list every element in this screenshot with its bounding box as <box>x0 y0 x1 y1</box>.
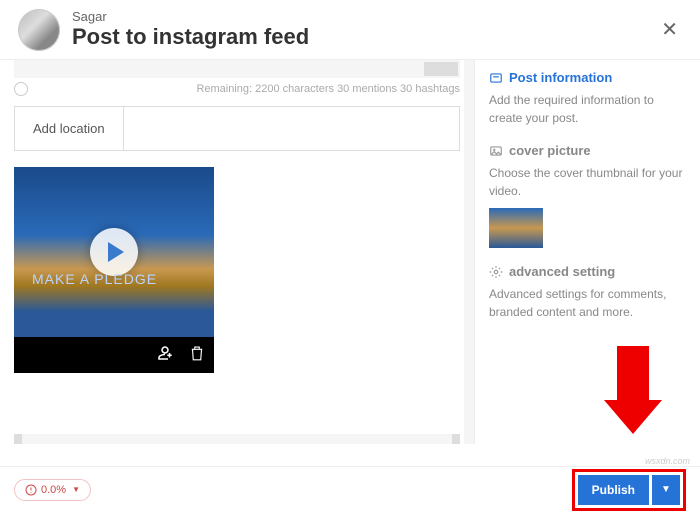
caret-down-icon: ▼ <box>72 485 80 494</box>
textarea-scrollbar[interactable] <box>14 60 460 78</box>
panel-title-text: cover picture <box>509 143 591 158</box>
panel-cover[interactable]: cover picture Choose the cover thumbnail… <box>489 143 686 248</box>
panel-title: cover picture <box>489 143 686 158</box>
panel-title: Post information <box>489 70 686 85</box>
sidebar-pane: Post information Add the required inform… <box>475 60 700 444</box>
panel-title-text: advanced setting <box>509 264 615 279</box>
location-input[interactable] <box>124 107 459 150</box>
panel-title: advanced setting <box>489 264 686 279</box>
page-title: Post to instagram feed <box>72 24 657 50</box>
char-count: Remaining: 2200 characters 30 mentions 3… <box>196 83 460 95</box>
panel-title-text: Post information <box>509 70 612 85</box>
progress-badge[interactable]: 0.0% ▼ <box>14 479 91 501</box>
header-text: Sagar Post to instagram feed <box>72 9 657 50</box>
panel-desc: Advanced settings for comments, branded … <box>489 285 686 321</box>
panel-desc: Choose the cover thumbnail for your vide… <box>489 164 686 200</box>
panel-desc: Add the required information to create y… <box>489 91 686 127</box>
add-location-row: Add location <box>14 106 460 151</box>
dialog-body: Remaining: 2200 characters 30 mentions 3… <box>0 60 700 444</box>
tag-user-icon[interactable] <box>156 344 174 367</box>
cover-thumbnail[interactable] <box>489 208 543 248</box>
dialog-header: Sagar Post to instagram feed ✕ <box>0 0 700 60</box>
media-preview: MAKE A PLEDGE <box>14 167 214 373</box>
publish-dropdown[interactable]: ▼ <box>652 475 680 505</box>
close-icon[interactable]: ✕ <box>657 13 682 46</box>
add-location-button[interactable]: Add location <box>15 107 124 150</box>
publish-button[interactable]: Publish <box>578 475 649 505</box>
horizontal-scrollbar[interactable] <box>14 434 460 444</box>
vertical-scrollbar[interactable] <box>464 60 474 444</box>
emoji-icon[interactable] <box>14 82 28 96</box>
panel-advanced[interactable]: advanced setting Advanced settings for c… <box>489 264 686 321</box>
footer: 0.0% ▼ Publish ▼ <box>0 466 700 512</box>
video-caption: MAKE A PLEDGE <box>32 271 157 287</box>
image-icon <box>489 144 503 158</box>
user-name: Sagar <box>72 9 657 24</box>
composer-pane: Remaining: 2200 characters 30 mentions 3… <box>0 60 475 444</box>
gear-icon <box>489 265 503 279</box>
publish-group: Publish ▼ <box>572 469 686 511</box>
watermark: wsxdn.com <box>645 456 690 466</box>
composer-stats: Remaining: 2200 characters 30 mentions 3… <box>0 78 474 102</box>
trash-icon[interactable] <box>188 344 206 367</box>
media-toolbar <box>14 337 214 373</box>
info-icon <box>489 71 503 85</box>
panel-post-info[interactable]: Post information Add the required inform… <box>489 70 686 127</box>
alert-icon <box>25 484 37 496</box>
progress-value: 0.0% <box>41 484 66 496</box>
play-icon[interactable] <box>90 228 138 276</box>
video-thumbnail[interactable]: MAKE A PLEDGE <box>14 167 214 337</box>
avatar <box>18 9 60 51</box>
